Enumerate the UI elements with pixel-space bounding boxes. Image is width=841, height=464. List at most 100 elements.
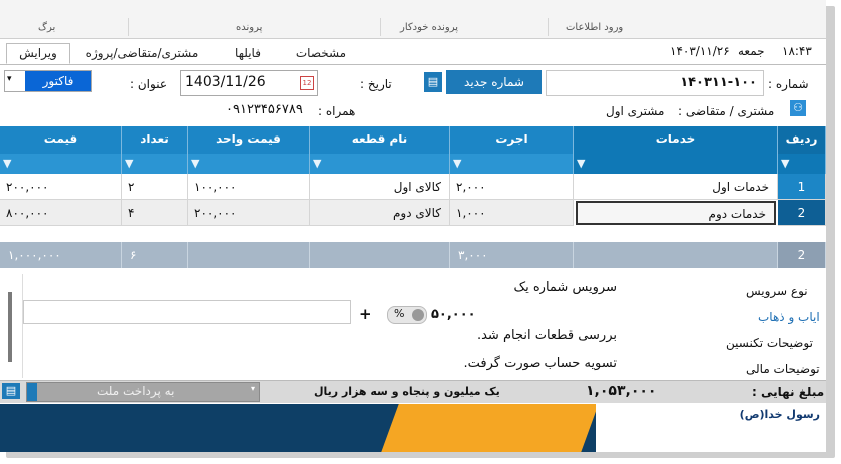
- filter-icon[interactable]: ▼: [125, 157, 133, 170]
- filter-cell[interactable]: ▼: [188, 154, 310, 174]
- fee-cell[interactable]: ۱,۰۰۰: [450, 200, 574, 226]
- ribbon-item-sheet[interactable]: برگ: [38, 22, 55, 33]
- filter-cell[interactable]: ▼: [0, 154, 122, 174]
- filter-cell[interactable]: ▼: [574, 154, 778, 174]
- price-cell[interactable]: ۸۰۰,۰۰۰: [0, 200, 122, 226]
- tab-edit[interactable]: ویرایش: [6, 43, 70, 64]
- filter-icon[interactable]: ▼: [3, 157, 11, 170]
- ribbon-item-file[interactable]: پرونده: [236, 22, 262, 33]
- customer-value: مشتری اول: [606, 104, 665, 118]
- date-value: 1403/11/26: [185, 74, 266, 90]
- customer-label: مشتری / متقاضی :: [678, 104, 775, 118]
- filter-icon[interactable]: ▼: [453, 157, 461, 170]
- total-part-blank: [310, 242, 450, 268]
- payment-dropdown[interactable]: ▾ به پرداخت ملت: [26, 382, 260, 402]
- clock-time: ۱۸:۴۳: [782, 44, 812, 58]
- invoice-window: ورود اطلاعات پرونده خودکار پرونده برگ وی…: [0, 0, 826, 452]
- calendar-icon[interactable]: 12: [300, 76, 314, 90]
- header-date: ۱۴۰۳/۱۱/۲۶: [670, 44, 730, 58]
- total-service-blank: [574, 242, 778, 268]
- banner-text: رسول خدا(ص): [739, 408, 820, 421]
- total-unit-blank: [188, 242, 310, 268]
- final-amount-label: مبلغ نهایی :: [752, 385, 825, 399]
- filter-icon[interactable]: ▼: [191, 157, 199, 170]
- details-values: سرویس شماره یک ۵۰,۰۰۰ % + بررسی قطعات ان…: [22, 274, 617, 378]
- scrollbar[interactable]: [8, 292, 12, 362]
- unit-price-cell[interactable]: ۱۰۰,۰۰۰: [188, 174, 310, 200]
- total-qty: ۶: [122, 242, 188, 268]
- finance-notes-label: توضیحات مالی: [746, 362, 820, 376]
- new-number-button[interactable]: شماره جدید: [446, 70, 542, 94]
- weekday: جمعه: [738, 44, 765, 58]
- qty-cell[interactable]: ۴: [122, 200, 188, 226]
- tech-notes-value[interactable]: بررسی قطعات انجام شد.: [477, 328, 617, 343]
- qty-cell[interactable]: ۲: [122, 174, 188, 200]
- unit-price-cell[interactable]: ۲۰۰,۰۰۰: [188, 200, 310, 226]
- filter-cell[interactable]: ▼: [778, 154, 826, 174]
- fee-cell[interactable]: ۲,۰۰۰: [450, 174, 574, 200]
- title-label: عنوان :: [130, 77, 167, 91]
- ribbon-separator: [128, 18, 129, 36]
- transport-value[interactable]: ۵۰,۰۰۰: [431, 307, 476, 322]
- price-cell[interactable]: ۲۰۰,۰۰۰: [0, 174, 122, 200]
- toggle-knob: [412, 309, 424, 321]
- col-header-part[interactable]: نام قطعه: [310, 126, 450, 154]
- percent-toggle[interactable]: %: [387, 306, 427, 324]
- mobile-value: ۰۹۱۲۳۴۵۶۷۸۹: [226, 102, 303, 117]
- filter-icon[interactable]: ▼: [313, 157, 321, 170]
- title-dropdown[interactable]: ▾ فاکتور فروش: [4, 70, 92, 108]
- finance-notes-value[interactable]: تسویه حساب صورت گرفت.: [464, 356, 618, 371]
- tab-files[interactable]: فایلها: [216, 44, 280, 63]
- date-field[interactable]: 1403/11/26: [180, 70, 318, 96]
- filter-cell[interactable]: ▼: [122, 154, 188, 174]
- add-button[interactable]: +: [359, 305, 372, 323]
- percent-symbol: %: [394, 307, 405, 320]
- transport-input[interactable]: [23, 300, 351, 324]
- final-amount-words: یک میلیون و پنجاه و سه هزار ریال: [314, 385, 500, 398]
- customer-icon[interactable]: ⚇: [790, 100, 806, 116]
- ribbon-separator: [380, 18, 381, 36]
- number-label: شماره :: [768, 77, 809, 91]
- col-header-unit-price[interactable]: قیمت واحد: [188, 126, 310, 154]
- service-type-label: نوع سرویس: [746, 284, 808, 298]
- chevron-down-icon: ▾: [7, 74, 12, 84]
- title-value: فاکتور فروش: [25, 71, 91, 108]
- tab-specs[interactable]: مشخصات: [288, 44, 354, 63]
- service-type-value[interactable]: سرویس شماره یک: [513, 280, 617, 295]
- col-header-fee[interactable]: اجرت: [450, 126, 574, 154]
- calculator-icon[interactable]: ▤: [424, 72, 442, 92]
- ribbon-separator: [548, 18, 549, 36]
- total-fee: ۳,۰۰۰: [450, 242, 574, 268]
- date-label: تاریخ :: [360, 77, 392, 91]
- banner-accent: [381, 404, 599, 452]
- transport-label[interactable]: ایاب و ذهاب: [758, 310, 820, 324]
- row-index[interactable]: 1: [778, 174, 826, 200]
- filter-icon[interactable]: ▼: [781, 157, 789, 170]
- row-index[interactable]: 2: [778, 200, 826, 226]
- details-labels: نوع سرویس ایاب و ذهاب توضیحات تکنسین توض…: [618, 272, 826, 380]
- details-panel: نوع سرویس ایاب و ذهاب توضیحات تکنسین توض…: [0, 272, 826, 380]
- number-field[interactable]: ۱۴۰۳۱۱-۱۰۰: [546, 70, 764, 96]
- payment-bank-icon: [27, 383, 37, 401]
- col-header-price[interactable]: قیمت: [0, 126, 122, 154]
- banner-label-area: رسول خدا(ص): [596, 404, 826, 452]
- part-cell[interactable]: کالای دوم: [310, 200, 450, 226]
- tab-customer-project[interactable]: مشتری/متقاضی/پروژه: [74, 44, 210, 63]
- col-header-service[interactable]: خدمات: [574, 126, 778, 154]
- col-header-row[interactable]: ردیف: [778, 126, 826, 154]
- filter-icon[interactable]: ▼: [577, 157, 585, 170]
- col-header-qty[interactable]: تعداد: [122, 126, 188, 154]
- service-cell[interactable]: خدمات دوم: [576, 201, 776, 225]
- ribbon-item-auto-file[interactable]: پرونده خودکار: [400, 22, 458, 33]
- number-value: ۱۴۰۳۱۱-۱۰۰: [680, 75, 757, 90]
- part-cell[interactable]: کالای اول: [310, 174, 450, 200]
- tech-notes-label: توضیحات تکنسین: [726, 336, 813, 350]
- filter-cell[interactable]: ▼: [450, 154, 574, 174]
- filter-cell[interactable]: ▼: [310, 154, 450, 174]
- service-cell[interactable]: خدمات اول: [574, 174, 778, 200]
- final-amount-value: ۱,۰۵۳,۰۰۰: [586, 383, 657, 399]
- total-price: ۱,۰۰۰,۰۰۰: [0, 242, 122, 268]
- ribbon-item-data-entry[interactable]: ورود اطلاعات: [566, 22, 623, 33]
- calculator-icon[interactable]: ▤: [2, 383, 20, 399]
- ribbon: ورود اطلاعات پرونده خودکار پرونده برگ: [0, 0, 826, 39]
